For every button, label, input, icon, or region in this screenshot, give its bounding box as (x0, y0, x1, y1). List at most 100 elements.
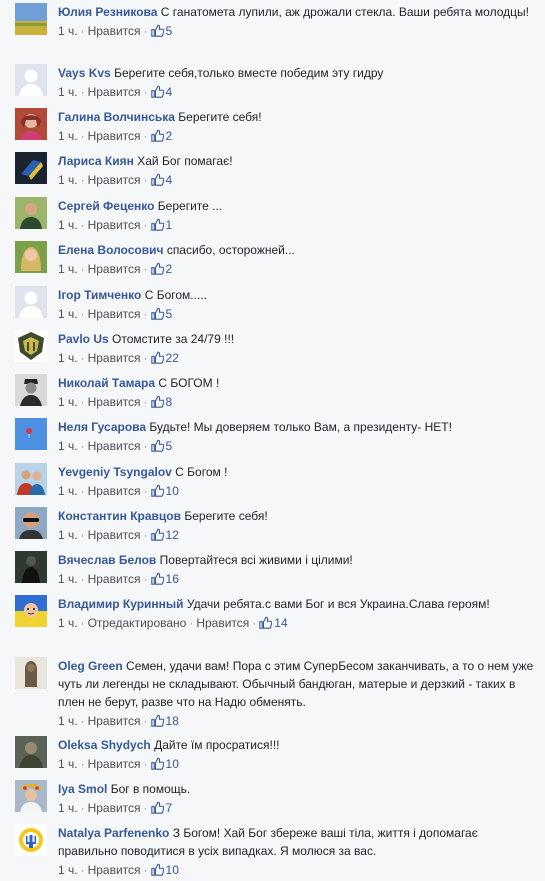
timestamp-link[interactable]: 1 ч. (58, 863, 78, 877)
comment-author-link[interactable]: Лариса Киян (58, 154, 134, 168)
avatar[interactable] (15, 3, 47, 35)
like-button[interactable]: Нравится (88, 129, 141, 143)
comment-author-link[interactable]: Николай Тамара (58, 376, 155, 390)
comment-author-link[interactable]: Oleg Green (58, 659, 123, 673)
comment-author-link[interactable]: Сергей Феценко (58, 199, 154, 213)
like-button[interactable]: Нравится (88, 307, 141, 321)
like-count-value: 5 (165, 439, 173, 453)
like-button[interactable]: Нравится (88, 24, 141, 38)
timestamp-link[interactable]: 1 ч. (58, 218, 78, 232)
like-button[interactable]: Нравится (88, 173, 141, 187)
avatar[interactable] (15, 595, 47, 627)
like-button[interactable]: Нравится (88, 714, 141, 728)
avatar[interactable] (15, 374, 47, 406)
like-count-value: 2 (165, 129, 173, 143)
avatar[interactable] (15, 152, 47, 184)
like-count[interactable]: 7 (150, 801, 173, 815)
comment-author-link[interactable]: Юлия Резникова (58, 5, 157, 19)
comment-author-link[interactable]: Natalya Parfenenko (58, 826, 169, 840)
edited-link[interactable]: Отредактировано (88, 616, 187, 630)
comment-author-link[interactable]: Вячеслав Белов (58, 553, 156, 567)
like-button[interactable]: Нравится (88, 528, 141, 542)
like-count[interactable]: 18 (150, 714, 179, 728)
timestamp-link[interactable]: 1 ч. (58, 307, 78, 321)
like-count[interactable]: 14 (259, 616, 288, 630)
like-count[interactable]: 5 (150, 307, 172, 321)
comment-author-link[interactable]: Iya Smol (58, 782, 107, 796)
timestamp-link[interactable]: 1 ч. (58, 351, 78, 365)
timestamp-link[interactable]: 1 ч. (58, 439, 78, 453)
avatar[interactable] (15, 241, 47, 273)
avatar[interactable] (15, 736, 47, 768)
avatar[interactable] (15, 418, 47, 450)
timestamp-link[interactable]: 1 ч. (58, 757, 78, 771)
avatar[interactable] (15, 780, 47, 812)
timestamp-link[interactable]: 1 ч. (58, 173, 78, 187)
like-count[interactable]: 16 (150, 572, 179, 586)
like-button[interactable]: Нравится (88, 801, 141, 815)
like-button[interactable]: Нравится (88, 572, 141, 586)
like-count[interactable]: 22 (150, 351, 179, 365)
timestamp-link[interactable]: 1 ч. (58, 572, 78, 586)
timestamp-link[interactable]: 1 ч. (58, 24, 78, 38)
comment-author-link[interactable]: Ігор Тимченко (58, 288, 141, 302)
like-count[interactable]: 1 (150, 218, 172, 232)
like-count[interactable]: 12 (150, 528, 179, 542)
comment-author-link[interactable]: Елена Волосович (58, 243, 163, 257)
like-button[interactable]: Нравится (88, 351, 141, 365)
like-count[interactable]: 2 (150, 129, 173, 143)
like-count[interactable]: 4 (150, 85, 172, 99)
avatar[interactable] (15, 824, 47, 856)
like-button[interactable]: Нравится (88, 395, 141, 409)
timestamp-link[interactable]: 1 ч. (58, 801, 78, 815)
comment-author-link[interactable]: Галина Волчинська (58, 110, 175, 124)
like-count[interactable]: 5 (150, 439, 173, 453)
like-button[interactable]: Нравится (88, 863, 141, 877)
thumbs-up-icon (150, 572, 166, 586)
separator: · (143, 439, 148, 453)
like-button[interactable]: Нравится (88, 218, 141, 232)
like-button[interactable]: Нравится (88, 439, 141, 453)
like-count-value: 7 (165, 801, 173, 815)
like-count[interactable]: 4 (150, 173, 172, 187)
like-count[interactable]: 5 (150, 24, 172, 38)
avatar[interactable] (15, 507, 47, 539)
avatar[interactable] (15, 108, 47, 140)
comment-body: Pavlo Us Отомстите за 24/79 !!! 1 ч. · Нрав… (58, 330, 536, 366)
comment-author-link[interactable]: Константин Кравцов (58, 509, 181, 523)
comment-author-link[interactable]: Неля Гусарова (58, 420, 146, 434)
timestamp-link[interactable]: 1 ч. (58, 262, 78, 276)
like-count[interactable]: 10 (150, 863, 179, 877)
timestamp-link[interactable]: 1 ч. (58, 714, 78, 728)
comment-author-link[interactable]: Pavlo Us (58, 332, 109, 346)
timestamp-link[interactable]: 1 ч. (58, 484, 78, 498)
comment-author-link[interactable]: Oleksa Shydych (58, 738, 151, 752)
like-button[interactable]: Нравится (88, 85, 141, 99)
like-count[interactable]: 10 (150, 757, 179, 771)
thumbs-up-icon (150, 85, 166, 99)
like-count[interactable]: 8 (150, 395, 172, 409)
like-count[interactable]: 10 (150, 484, 179, 498)
like-button[interactable]: Нравится (88, 262, 141, 276)
like-button[interactable]: Нравится (88, 484, 141, 498)
timestamp-link[interactable]: 1 ч. (58, 129, 78, 143)
like-button[interactable]: Нравится (88, 757, 141, 771)
separator: · (80, 173, 85, 187)
comment-author-link[interactable]: Владимир Куринный (58, 597, 184, 611)
like-button[interactable]: Нравится (196, 616, 249, 630)
comment-author-link[interactable]: Yevgeniy Tsyngalov (58, 465, 172, 479)
comment-author-link[interactable]: Vays Kvs (58, 66, 111, 80)
timestamp-link[interactable]: 1 ч. (58, 85, 78, 99)
like-count[interactable]: 2 (150, 262, 172, 276)
avatar[interactable] (15, 64, 47, 96)
timestamp-link[interactable]: 1 ч. (58, 395, 78, 409)
timestamp-link[interactable]: 1 ч. (58, 616, 78, 630)
avatar[interactable] (15, 463, 47, 495)
separator: · (80, 863, 85, 877)
avatar[interactable] (15, 330, 47, 362)
avatar[interactable] (15, 657, 47, 689)
avatar[interactable] (15, 197, 47, 229)
timestamp-link[interactable]: 1 ч. (58, 528, 78, 542)
avatar[interactable] (15, 551, 47, 583)
avatar[interactable] (15, 286, 47, 318)
